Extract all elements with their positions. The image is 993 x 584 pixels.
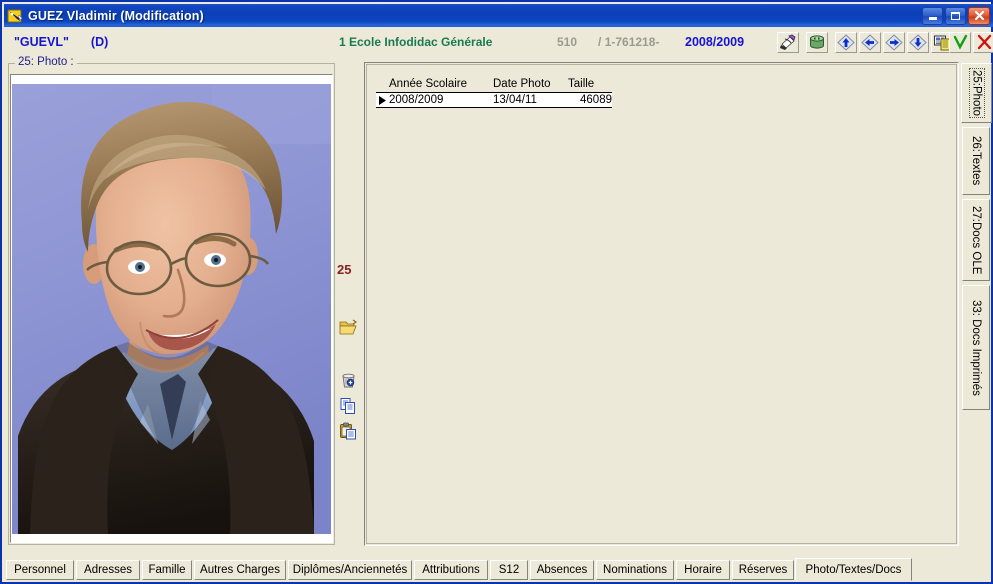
cancel-icon[interactable] <box>973 31 993 53</box>
photo-canvas <box>12 76 331 541</box>
side-tab-strip: 25:Photo 26:Textes 27:Docs OLE 33: Docs … <box>961 62 992 546</box>
record-number: 510 <box>557 35 578 49</box>
cell-date-photo: 13/04/11 <box>493 94 537 106</box>
nav-prev-icon[interactable] <box>859 31 881 53</box>
cell-taille: 46089 <box>580 94 612 106</box>
window-title: GUEZ Vladimir (Modification) <box>28 8 204 23</box>
print-icon[interactable] <box>777 31 799 53</box>
tab-nominations[interactable]: Nominations <box>596 560 674 580</box>
delete-trash-icon[interactable] <box>339 371 358 389</box>
side-tab-textes[interactable]: 26:Textes <box>962 127 990 195</box>
close-button[interactable] <box>968 6 990 25</box>
row-selection-marker <box>376 95 389 105</box>
tab-diplomes-anciennetes[interactable]: Diplômes/Anciennetés <box>288 560 412 580</box>
record-navigation <box>834 31 954 53</box>
tab-absences[interactable]: Absences <box>530 560 594 580</box>
tab-photo-textes-docs[interactable]: Photo/Textes/Docs <box>795 558 912 581</box>
cell-annee-scolaire: 2008/2009 <box>389 94 444 106</box>
record-code: "GUEVL" <box>14 35 69 49</box>
toolbar-actions <box>776 31 829 53</box>
photo-group-legend: 25: Photo : <box>15 56 77 68</box>
photo-frame[interactable] <box>10 74 333 543</box>
bottom-tab-strip: Personnel Adresses Famille Autres Charge… <box>6 558 991 582</box>
school-year-label: 2008/2009 <box>685 35 745 49</box>
tab-personnel[interactable]: Personnel <box>6 560 74 580</box>
open-folder-icon[interactable] <box>339 318 358 336</box>
tab-autres-charges[interactable]: Autres Charges <box>194 560 286 580</box>
tab-horaire[interactable]: Horaire <box>676 560 730 580</box>
nav-first-icon[interactable] <box>835 31 857 53</box>
table-row[interactable]: 2008/2009 13/04/11 46089 <box>376 93 612 108</box>
column-header-date-photo: Date Photo <box>493 78 551 90</box>
record-id: / 1-761218- <box>598 35 660 49</box>
side-tab-photo[interactable]: 25:Photo <box>961 63 992 123</box>
table-header-row: Année Scolaire Date Photo Taille <box>376 73 612 90</box>
side-tab-docs-imprimes[interactable]: 33: Docs Imprimés <box>962 285 990 410</box>
pencil-note-icon <box>7 8 24 24</box>
tab-reserves[interactable]: Réserves <box>732 560 794 580</box>
photo-list-panel: Année Scolaire Date Photo Taille 2008/20… <box>364 62 959 546</box>
photo-action-column: 25 <box>336 64 360 544</box>
maximize-button[interactable] <box>945 6 966 25</box>
column-header-annee-scolaire: Année Scolaire <box>389 78 467 90</box>
photo-list-inner: Année Scolaire Date Photo Taille 2008/20… <box>366 64 957 544</box>
window-controls <box>922 6 990 25</box>
tab-attributions[interactable]: Attributions <box>414 560 488 580</box>
column-header-taille: Taille <box>568 78 595 90</box>
field-number-label: 25 <box>337 262 352 277</box>
copy-icon[interactable] <box>339 397 358 415</box>
validate-icon[interactable] <box>949 31 971 53</box>
paste-icon[interactable] <box>339 422 358 440</box>
record-header-bar: "GUEVL" (D) 1 Ecole Infodidac Générale 5… <box>6 29 993 55</box>
photo-image <box>12 84 331 534</box>
application-window: GUEZ Vladimir (Modification) "GUEVL" (D)… <box>0 0 993 584</box>
record-flag: (D) <box>90 35 109 49</box>
tab-s12[interactable]: S12 <box>490 560 528 580</box>
side-tab-docs-ole[interactable]: 27:Docs OLE <box>962 199 990 281</box>
tab-adresses[interactable]: Adresses <box>76 560 140 580</box>
database-icon[interactable] <box>806 31 828 53</box>
minimize-button[interactable] <box>922 6 943 25</box>
photo-table: Année Scolaire Date Photo Taille 2008/20… <box>376 73 612 108</box>
title-bar: GUEZ Vladimir (Modification) <box>4 4 993 27</box>
tab-famille[interactable]: Famille <box>142 560 192 580</box>
confirm-actions <box>948 31 993 53</box>
nav-last-icon[interactable] <box>907 31 929 53</box>
school-label: 1 Ecole Infodidac Générale <box>339 35 493 49</box>
nav-next-icon[interactable] <box>883 31 905 53</box>
